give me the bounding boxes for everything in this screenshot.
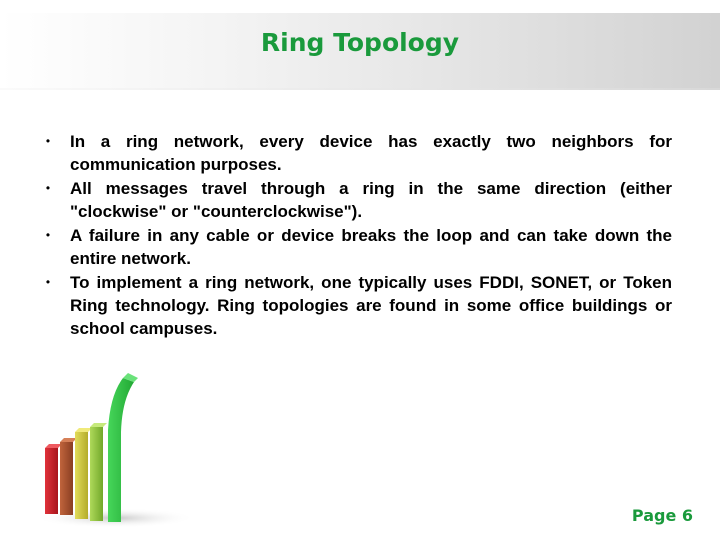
bullet-item: • To implement a ring network, one typic… — [46, 271, 672, 340]
bullet-item: • A failure in any cable or device break… — [46, 224, 672, 270]
bullet-text: In a ring network, every device has exac… — [70, 132, 672, 174]
bullet-icon: • — [45, 134, 51, 148]
page-number: Page 6 — [631, 506, 693, 525]
bullet-text: A failure in any cable or device breaks … — [70, 226, 672, 268]
slide-title: Ring Topology — [260, 28, 460, 57]
bar-red — [45, 444, 62, 514]
bullet-text: To implement a ring network, one typical… — [70, 273, 672, 338]
rising-bar-chart-icon — [35, 373, 195, 528]
bar-yellow — [75, 428, 92, 519]
bullet-icon: • — [45, 275, 51, 289]
bullet-item: • In a ring network, every device has ex… — [46, 130, 672, 176]
bullet-item: • All messages travel through a ring in … — [46, 177, 672, 223]
bar-green-curved — [108, 373, 138, 522]
bullet-text: All messages travel through a ring in th… — [70, 179, 672, 221]
bullet-list: • In a ring network, every device has ex… — [46, 130, 672, 341]
bar-lime — [90, 423, 107, 521]
bar-brown — [60, 438, 77, 515]
slide: Ring Topology • In a ring network, every… — [0, 0, 720, 540]
bullet-icon: • — [45, 181, 51, 195]
bullet-icon: • — [45, 228, 51, 242]
